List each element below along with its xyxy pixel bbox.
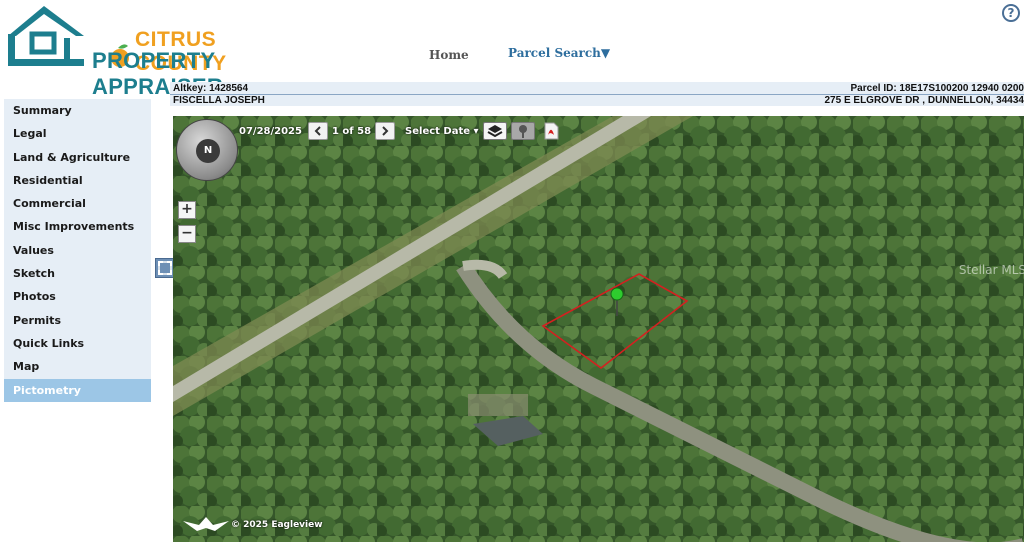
fullscreen-toggle-button[interactable] xyxy=(155,258,175,278)
map-pin-icon xyxy=(518,125,527,138)
mls-watermark: Stellar MLS xyxy=(958,263,1024,277)
nav-parcel-search-menu[interactable]: Parcel Search▼ xyxy=(508,46,610,60)
zoom-out-button[interactable]: − xyxy=(178,225,196,243)
altkey-label: Altkey: 1428564 xyxy=(173,83,249,94)
logo[interactable]: CITRUS COUNTY PROPERTY APPRAISER xyxy=(4,4,304,99)
sidebar-item-pictometry[interactable]: Pictometry xyxy=(4,378,151,402)
select-date-dropdown[interactable]: Select Date ▾ xyxy=(405,126,479,137)
pdf-icon xyxy=(544,122,559,140)
eagleview-logo-icon xyxy=(183,517,229,531)
marker-tool-button[interactable] xyxy=(510,122,535,140)
sidebar-item-map[interactable]: Map xyxy=(4,355,151,378)
imagery-toolbar: 07/28/2025 1 of 58 Select Date ▾ xyxy=(239,118,563,144)
parcel-id-label: Parcel ID: 18E17S100200 12940 0200 xyxy=(850,83,1024,94)
sidebar-item-quick-links[interactable]: Quick Links xyxy=(4,332,151,355)
sidebar-item-summary[interactable]: Summary xyxy=(4,99,151,122)
image-counter: 1 of 58 xyxy=(331,125,372,137)
chevron-right-icon xyxy=(382,126,389,136)
compass-navigator[interactable]: N xyxy=(176,119,238,181)
pictometry-map-viewer[interactable]: N + − 07/28/2025 1 of 58 Select Date ▾ S… xyxy=(173,116,1024,542)
image-date: 07/28/2025 xyxy=(239,125,302,137)
parcel-info-bar: Altkey: 1428564 Parcel ID: 18E17S100200 … xyxy=(170,82,1024,106)
layers-button[interactable] xyxy=(482,122,507,140)
next-image-button[interactable] xyxy=(375,122,396,140)
sidebar-item-permits[interactable]: Permits xyxy=(4,309,151,332)
sidebar-item-commercial[interactable]: Commercial xyxy=(4,192,151,215)
page: CITRUS COUNTY PROPERTY APPRAISER Home Pa… xyxy=(0,0,1024,542)
sidebar-item-land-agriculture[interactable]: Land & Agriculture xyxy=(4,146,151,169)
zoom-in-button[interactable]: + xyxy=(178,201,196,219)
chevron-left-icon xyxy=(314,126,321,136)
compass-north-label[interactable]: N xyxy=(196,139,220,163)
sidebar-item-photos[interactable]: Photos xyxy=(4,285,151,308)
help-icon[interactable]: ? xyxy=(1002,4,1020,22)
owner-name: FISCELLA JOSEPH xyxy=(173,95,265,106)
sidebar-item-legal[interactable]: Legal xyxy=(4,122,151,145)
property-address: 275 E ELGROVE DR , DUNNELLON, 34434 xyxy=(824,95,1024,106)
aerial-imagery xyxy=(173,116,1024,542)
sidebar-item-misc-improvements[interactable]: Misc Improvements xyxy=(4,215,151,238)
sidebar-nav: Summary Legal Land & Agriculture Residen… xyxy=(4,99,151,402)
expand-icon xyxy=(158,261,172,275)
previous-image-button[interactable] xyxy=(307,122,328,140)
nav-home-link[interactable]: Home xyxy=(429,48,469,62)
sidebar-item-sketch[interactable]: Sketch xyxy=(4,262,151,285)
sidebar-item-values[interactable]: Values xyxy=(4,239,151,262)
sidebar-item-residential[interactable]: Residential xyxy=(4,169,151,192)
copyright-label: © 2025 Eagleview xyxy=(231,520,323,530)
export-pdf-button[interactable] xyxy=(539,122,563,140)
layers-icon xyxy=(487,125,503,138)
